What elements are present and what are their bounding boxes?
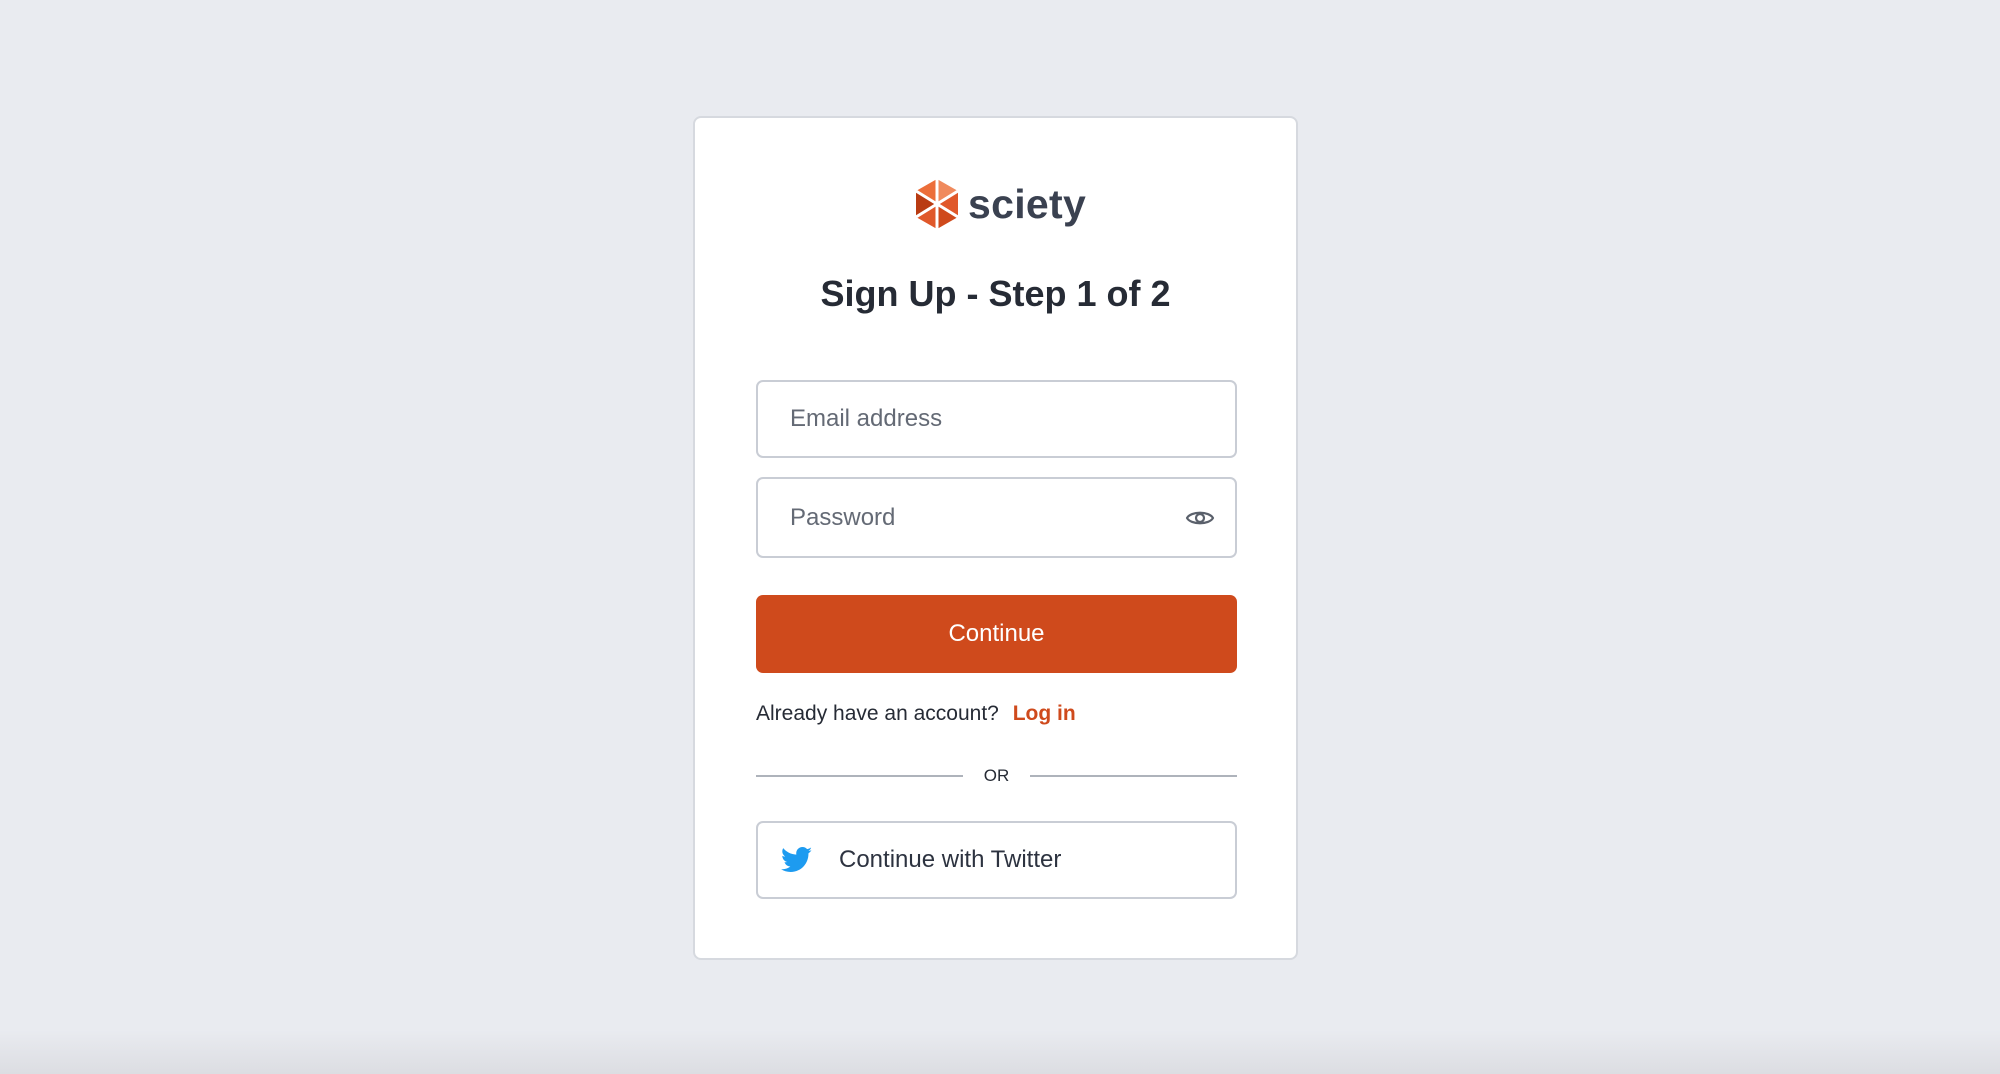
- password-field[interactable]: [758, 479, 1235, 556]
- email-field-wrapper: [756, 380, 1237, 458]
- twitter-bird-icon: [781, 844, 813, 876]
- login-prompt-row: Already have an account? Log in: [756, 702, 1076, 726]
- brand-logo[interactable]: sciety: [914, 179, 1086, 229]
- bottom-shadow: [0, 1030, 2000, 1074]
- login-link[interactable]: Log in: [1013, 702, 1076, 725]
- eye-icon[interactable]: [1183, 501, 1217, 535]
- brand-name: sciety: [968, 180, 1087, 227]
- email-field[interactable]: [758, 382, 1235, 456]
- twitter-button-label: Continue with Twitter: [839, 846, 1062, 873]
- sciety-hexagon-logo-icon: [914, 179, 960, 229]
- divider-line-right: [1030, 775, 1237, 777]
- password-field-wrapper: [756, 477, 1237, 558]
- continue-with-twitter-button[interactable]: Continue with Twitter: [756, 821, 1237, 899]
- login-prompt-text: Already have an account?: [756, 702, 999, 725]
- page-title: Sign Up - Step 1 of 2: [820, 273, 1171, 314]
- signup-card: sciety Sign Up - Step 1 of 2 Continue Al…: [693, 116, 1298, 960]
- or-divider: OR: [756, 764, 1237, 788]
- continue-button[interactable]: Continue: [756, 595, 1237, 673]
